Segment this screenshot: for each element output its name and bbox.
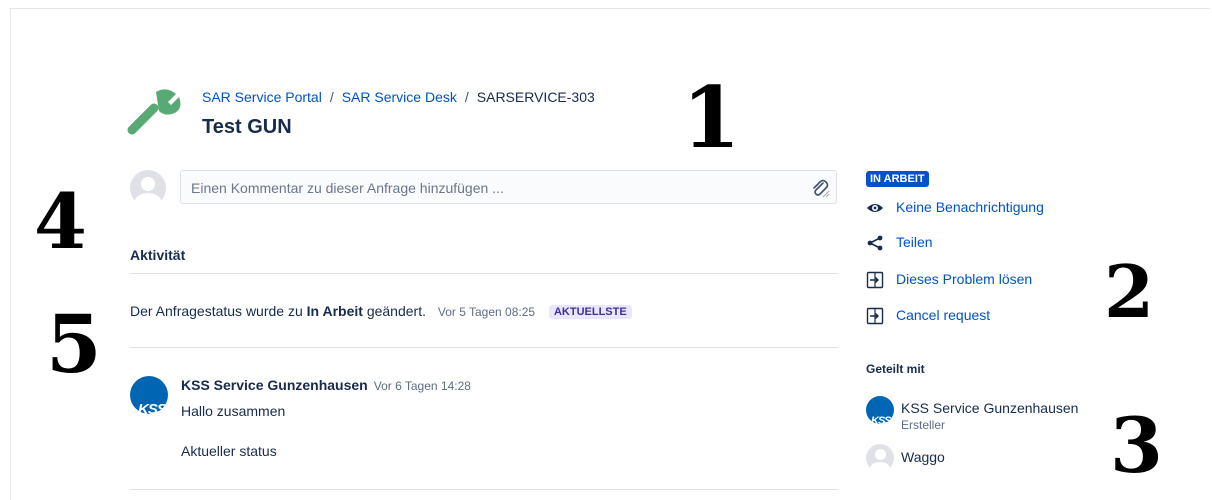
shared-user-avatar: KSS: [866, 396, 894, 424]
divider: [130, 273, 838, 274]
notification-link[interactable]: Keine Benachrichtigung: [896, 199, 1044, 215]
transition-icon: [866, 307, 884, 325]
breadcrumb-portal-link[interactable]: SAR Service Portal: [202, 89, 322, 105]
share-link[interactable]: Teilen: [896, 234, 933, 250]
comment-text: Hallo zusammen: [181, 403, 286, 419]
latest-badge: AKTUELLSTE: [548, 305, 632, 319]
wrench-icon: [127, 89, 181, 135]
comment-box: [180, 170, 837, 205]
shared-with-heading: Geteilt mit: [866, 362, 925, 376]
breadcrumb-issue-key: SARSERVICE-303: [476, 89, 595, 105]
status-change-entry: Der Anfragestatus wurde zu In Arbeit geä…: [130, 303, 632, 319]
paperclip-icon[interactable]: [810, 178, 830, 198]
annotation-number-1: 1: [682, 68, 741, 167]
avatar-logo-text: KSS: [871, 415, 892, 424]
eye-icon: [867, 204, 883, 212]
transition-icon: [866, 271, 884, 289]
breadcrumb-separator: /: [329, 89, 334, 105]
frame-top-border: [10, 8, 1210, 9]
shared-user-role: Ersteller: [901, 418, 946, 432]
breadcrumb-service-desk-link[interactable]: SAR Service Desk: [342, 89, 457, 105]
shared-user-name: KSS Service Gunzenhausen: [901, 400, 1079, 416]
activity-heading: Aktivität: [130, 247, 186, 263]
page-title: Test GUN: [202, 116, 292, 138]
status-change-prefix: Der Anfragestatus wurde zu: [130, 303, 303, 319]
comment-author: KSS Service Gunzenhausen Vor 6 Tagen 14:2…: [181, 377, 471, 393]
share-icon: [867, 235, 883, 251]
resolve-link[interactable]: Dieses Problem lösen: [896, 271, 1032, 287]
comment-author-name: KSS Service Gunzenhausen: [181, 377, 368, 393]
status-change-time: Vor 5 Tagen 08:25: [437, 305, 536, 319]
annotation-number-5: 5: [46, 297, 102, 391]
current-user-avatar: [130, 170, 166, 206]
frame-left-border: [10, 8, 11, 500]
status-change-suffix: geändert.: [366, 303, 426, 319]
breadcrumb: SAR Service Portal / SAR Service Desk / SARS…: [202, 89, 595, 105]
annotation-number-2: 2: [1104, 249, 1155, 334]
annotation-number-4: 4: [34, 177, 87, 266]
comment-time: Vor 6 Tagen 14:28: [373, 379, 471, 393]
shared-user-avatar: [866, 444, 894, 472]
comment-text: Aktueller status: [181, 443, 277, 459]
divider: [130, 347, 838, 348]
comment-author-avatar: KSS: [130, 376, 168, 414]
divider: [130, 489, 838, 490]
shared-user-name: Waggo: [901, 449, 945, 465]
status-change-value: In Arbeit: [306, 303, 363, 319]
avatar-logo-text: KSS: [138, 401, 167, 414]
cancel-request-link[interactable]: Cancel request: [896, 307, 990, 323]
comment-input[interactable]: [189, 171, 793, 205]
status-badge: IN ARBEIT: [866, 171, 929, 187]
annotation-number-3: 3: [1110, 401, 1163, 490]
breadcrumb-separator: /: [464, 89, 469, 105]
